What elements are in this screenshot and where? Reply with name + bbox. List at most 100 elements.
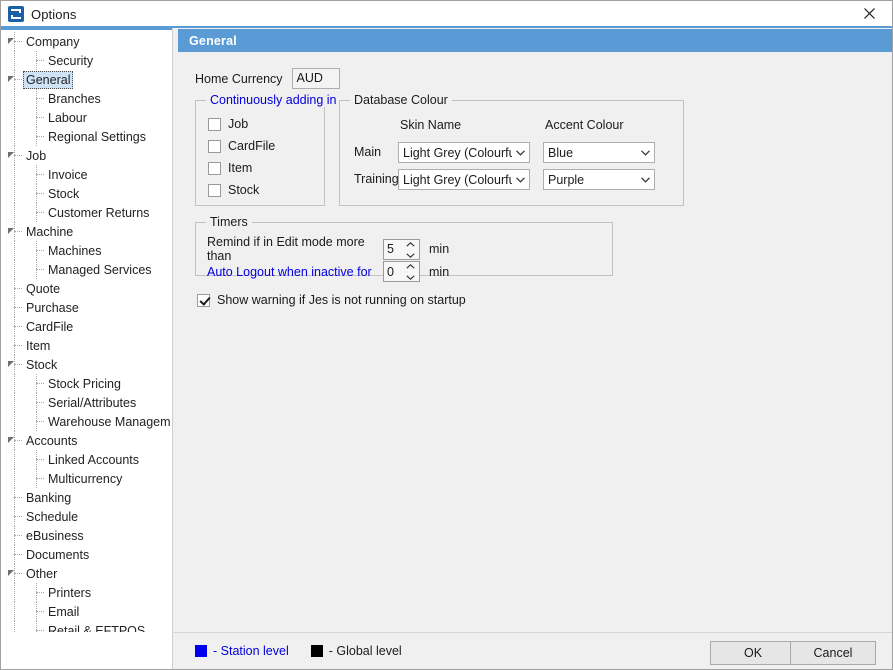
sidebar-item-linked-accounts[interactable]: Linked Accounts [1,450,171,469]
sidebar-item-ebusiness[interactable]: eBusiness [1,526,171,545]
tree-guide-line [14,108,15,127]
sidebar-item-machine[interactable]: Machine [1,222,171,241]
sidebar-item-general[interactable]: General [1,70,171,89]
sidebar-item-schedule[interactable]: Schedule [1,507,171,526]
settings-panel: General Home Currency AUD Continuously a… [172,28,892,632]
training-accent-colour-select[interactable]: Purple [543,169,655,190]
remind-edit-mode-stepper[interactable]: 5 [383,238,420,260]
continuously-adding-legend: Continuously adding in [206,93,341,107]
sidebar-item-stock[interactable]: Stock [1,355,171,374]
expand-collapse-icon[interactable] [8,152,14,158]
sidebar-item-customer-returns[interactable]: Customer Returns [1,203,171,222]
expand-collapse-icon[interactable] [8,76,14,82]
settings-tree[interactable]: Company Security General Branches Labour Regi… [1,30,171,669]
expand-collapse-icon[interactable] [8,437,14,443]
expand-collapse-icon[interactable] [8,228,14,234]
expand-collapse-icon[interactable] [8,38,14,44]
continuously-adding-option-cardfile[interactable]: CardFile [208,138,275,154]
tree-guide-line [14,345,22,346]
sidebar-item-managed-services[interactable]: Managed Services [1,260,171,279]
checkbox-icon [208,139,221,153]
sidebar-item-label: Warehouse Management [48,414,171,429]
sidebar-item-label: Purchase [26,300,79,315]
sidebar-item-other[interactable]: Other [1,564,171,583]
stepper-arrows-icon[interactable] [405,264,416,280]
level-legend: - Station level - Global level [195,644,424,658]
station-level-label: - Station level [213,644,289,658]
accent-colour-header: Accent Colour [545,118,624,132]
sidebar-item-company[interactable]: Company [1,32,171,51]
sidebar-item-label: Job [26,148,47,163]
sidebar-item-label: Printers [48,585,92,600]
sidebar-item-machines[interactable]: Machines [1,241,171,260]
sidebar-item-label: Stock [48,186,80,201]
sidebar-item-label: Email [48,604,80,619]
sidebar-item-accounts[interactable]: Accounts [1,431,171,450]
sidebar-item-item[interactable]: Item [1,336,171,355]
tree-guide-line [14,393,15,412]
sidebar-item-serial-attributes[interactable]: Serial/Attributes [1,393,171,412]
sidebar-item-label: Regional Settings [48,129,146,144]
tree-guide-line [36,459,44,460]
sidebar-item-cardfile[interactable]: CardFile [1,317,171,336]
tree-guide-line [14,155,22,156]
remind-edit-mode-row: Remind if in Edit mode more than 5 min [207,235,449,263]
startup-warning-label: Show warning if Jes is not running on st… [217,293,466,307]
sidebar-item-stock-pricing[interactable]: Stock Pricing [1,374,171,393]
sidebar-item-documents[interactable]: Documents [1,545,171,564]
startup-warning-checkbox[interactable]: Show warning if Jes is not running on st… [197,293,466,307]
main-skin-name-select[interactable]: Light Grey (Colourful) [398,142,530,163]
auto-logout-row: Auto Logout when inactive for 0 min [207,261,449,282]
expand-collapse-icon[interactable] [8,361,14,367]
training-skin-name-select[interactable]: Light Grey (Colourful) [398,169,530,190]
stepper-arrows-icon[interactable] [405,241,416,258]
sidebar-item-branches[interactable]: Branches [1,89,171,108]
auto-logout-value: 0 [387,264,394,279]
sidebar-item-regional-settings[interactable]: Regional Settings [1,127,171,146]
continuously-adding-option-label: Job [228,117,249,131]
sidebar-item-security[interactable]: Security [1,51,171,70]
continuously-adding-option-item[interactable]: Item [208,160,252,176]
sidebar-item-label: Stock Pricing [48,376,121,391]
main-accent-colour-select[interactable]: Blue [543,142,655,163]
panel-title: General [189,33,237,48]
options-dialog: Options Company Security General Branches La… [0,0,893,670]
sidebar-item-purchase[interactable]: Purchase [1,298,171,317]
sidebar-item-invoice[interactable]: Invoice [1,165,171,184]
cancel-button[interactable]: Cancel [790,641,876,665]
close-icon[interactable] [847,1,892,26]
tree-guide-line [14,450,15,469]
sidebar-item-multicurrency[interactable]: Multicurrency [1,469,171,488]
sidebar-item-banking[interactable]: Banking [1,488,171,507]
sidebar-item-label: Customer Returns [48,205,150,220]
ok-button[interactable]: OK [710,641,796,665]
sidebar-item-email[interactable]: Email [1,602,171,621]
sidebar-item-labour[interactable]: Labour [1,108,171,127]
home-currency-input[interactable]: AUD [291,68,340,89]
sidebar-item-label: Company [26,34,80,49]
remind-edit-mode-label: Remind if in Edit mode more than [207,235,365,263]
auto-logout-stepper[interactable]: 0 [383,261,420,282]
skin-name-header: Skin Name [400,118,462,132]
sidebar-item-warehouse-management[interactable]: Warehouse Management [1,412,171,431]
sidebar-item-label: Stock [26,357,58,372]
sidebar-item-printers[interactable]: Printers [1,583,171,602]
tree-guide-line [36,402,44,403]
tree-guide-line [14,307,22,308]
sidebar-item-quote[interactable]: Quote [1,279,171,298]
sidebar-item-stock[interactable]: Stock [1,184,171,203]
tree-guide-line [14,326,22,327]
training-accent-colour-value: Purple [548,172,585,187]
continuously-adding-option-job[interactable]: Job [208,116,248,132]
tree-guide-line [36,592,44,593]
tree-guide-line [36,212,44,213]
tree-guide-line [14,165,15,184]
sidebar-item-label: Security [48,53,94,68]
continuously-adding-option-stock[interactable]: Stock [208,182,259,198]
expand-collapse-icon[interactable] [8,570,14,576]
sidebar-item-job[interactable]: Job [1,146,171,165]
chevron-down-icon [512,176,529,183]
tree-guide-line [36,136,44,137]
remind-edit-mode-value: 5 [387,242,394,256]
tree-guide-line [36,611,44,612]
